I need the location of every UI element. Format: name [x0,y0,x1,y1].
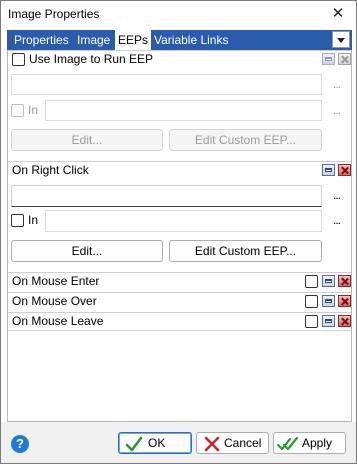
apply-button[interactable]: Apply [273,432,346,454]
section-right-click-label: On Right Click [12,163,89,177]
close-icon[interactable]: ✕ [328,4,348,24]
dialog-footer: ? OK Cancel Apply [1,422,356,463]
window-icon [325,299,332,303]
mouse-leave-remove-button[interactable] [338,315,351,327]
right-click-in-browse-button[interactable]: ... [333,213,341,227]
ok-button-label: OK [148,436,166,450]
right-click-in-label: In [28,213,39,227]
section-use-image-header: Use Image to Run EEP [8,50,351,67]
use-image-edit-button[interactable]: Edit... [11,129,163,151]
section-right-click-header: On Right Click [8,161,351,178]
section-mouse-over-label: On Mouse Over [12,294,97,308]
use-image-in-checkbox[interactable] [11,104,24,117]
window-icon [325,57,332,61]
mouse-over-remove-button[interactable] [338,295,351,307]
image-properties-dialog: Image Properties ✕ Properties Image EEPs… [0,0,357,464]
tab-variable-links[interactable]: Variable Links [154,32,228,50]
double-checkmark-icon [277,436,299,451]
mouse-over-checkbox[interactable] [305,295,318,308]
use-image-browse-button[interactable]: ... [333,77,341,91]
apply-button-label: Apply [302,436,333,450]
section-mouse-enter-label: On Mouse Enter [12,274,100,288]
right-click-edit-button[interactable]: Edit... [11,240,163,262]
cancel-button-label: Cancel [224,436,262,450]
section-mouse-leave-header: On Mouse Leave [8,312,351,331]
tab-image[interactable]: Image [77,32,110,50]
mouse-leave-checkbox[interactable] [305,315,318,328]
section-mouse-leave-label: On Mouse Leave [12,314,104,328]
window-icon [325,168,332,172]
use-image-eep-field[interactable] [11,74,322,95]
cancel-button[interactable]: Cancel [196,432,269,454]
right-click-edit-custom-button[interactable]: Edit Custom EEP... [169,240,322,262]
right-click-remove-button[interactable] [338,164,351,176]
section-mouse-enter-header: On Mouse Enter [8,272,351,289]
section-mouse-over-header: On Mouse Over [8,292,351,309]
mouse-enter-expand-button[interactable] [322,275,335,287]
cancel-x-icon [204,436,220,452]
use-image-checkbox[interactable] [12,53,25,66]
use-image-remove-button[interactable] [338,53,351,65]
tab-dropdown-button[interactable] [332,31,350,48]
title-bar: Image Properties ✕ [1,1,356,29]
window-title: Image Properties [8,7,100,21]
mouse-over-expand-button[interactable] [322,295,335,307]
ok-button[interactable]: OK [118,432,192,454]
section-use-image-label: Use Image to Run EEP [29,52,154,66]
use-image-in-label: In [28,103,39,117]
mouse-enter-checkbox[interactable] [305,275,318,288]
use-image-in-field[interactable] [45,100,322,121]
tab-properties[interactable]: Properties [14,32,69,50]
window-icon [325,319,332,323]
mouse-enter-remove-button[interactable] [338,275,351,287]
eeps-panel: Use Image to Run EEP ... In ... Edit... … [7,50,352,422]
tab-eeps[interactable]: EEPs [115,30,152,50]
checkmark-icon [125,436,143,452]
right-click-in-checkbox[interactable] [11,214,24,227]
right-click-collapse-button[interactable] [322,164,335,176]
window-icon [325,279,332,283]
help-icon[interactable]: ? [11,435,29,453]
right-click-browse-button[interactable]: ... [333,188,341,202]
use-image-in-browse-button[interactable]: ... [333,103,341,117]
tab-strip: Properties Image EEPs Variable Links [7,30,352,50]
mouse-leave-expand-button[interactable] [322,315,335,327]
use-image-edit-custom-button[interactable]: Edit Custom EEP... [169,129,322,151]
use-image-collapse-button[interactable] [322,53,335,65]
right-click-in-field[interactable] [45,210,322,232]
right-click-eep-field[interactable] [11,185,322,207]
